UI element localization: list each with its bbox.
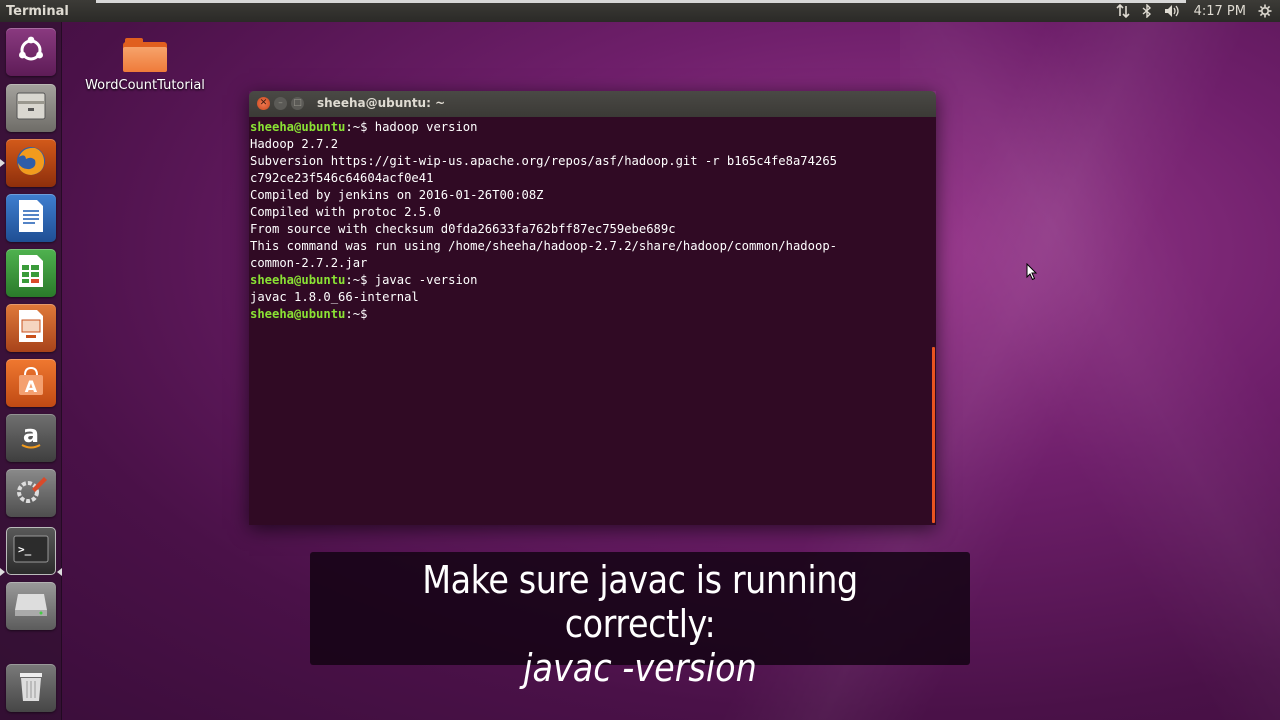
firefox-icon [13, 143, 49, 183]
launcher-firefox-button[interactable] [6, 139, 56, 187]
desktop-folder-label: WordCountTutorial [85, 78, 205, 93]
drive-icon [14, 590, 48, 622]
terminal-output-line: common-2.7.2.jar [250, 255, 936, 272]
terminal-output[interactable]: sheeha@ubuntu:~$ hadoop version Hadoop 2.… [249, 117, 936, 525]
output-text: From source with checksum d0fda26633fa76… [250, 222, 676, 236]
terminal-prompt-line: sheeha@ubuntu:~$ javac -version [250, 272, 936, 289]
ubuntu-logo-icon [16, 35, 46, 69]
close-button[interactable]: ✕ [257, 97, 270, 110]
trash-icon [16, 669, 46, 707]
launcher-writer-button[interactable] [6, 194, 56, 242]
terminal-titlebar[interactable]: ✕ – □ sheeha@ubuntu: ~ [249, 91, 936, 117]
panel-strip [96, 0, 1186, 3]
settings-wrench-icon [14, 474, 48, 512]
prompt-user-host: sheeha@ubuntu [250, 273, 346, 287]
tutorial-caption: Make sure javac is running correctly: ja… [310, 552, 970, 690]
file-cabinet-icon [15, 91, 47, 125]
scrollbar[interactable] [932, 347, 935, 523]
maximize-button[interactable]: □ [291, 97, 304, 110]
clock[interactable]: 4:17 PM [1194, 4, 1246, 19]
terminal-icon: >_ [13, 535, 49, 567]
output-text: Hadoop 2.7.2 [250, 137, 339, 151]
terminal-output-line: From source with checksum d0fda26633fa76… [250, 221, 936, 238]
terminal-prompt-line: sheeha@ubuntu:~$ [250, 306, 936, 323]
terminal-output-line: Compiled by jenkins on 2016-01-26T00:08Z [250, 187, 936, 204]
output-text: javac 1.8.0_66-internal [250, 290, 419, 304]
calc-icon [17, 254, 45, 292]
minimize-button[interactable]: – [274, 97, 287, 110]
maximize-icon: □ [293, 98, 302, 108]
focused-indicator [57, 568, 62, 576]
launcher-trash-button[interactable] [6, 664, 56, 712]
output-text: Compiled by jenkins on 2016-01-26T00:08Z [250, 188, 544, 202]
prompt-path: :~$ [345, 120, 375, 134]
close-icon: ✕ [259, 98, 268, 108]
terminal-output-line: javac 1.8.0_66-internal [250, 289, 936, 306]
svg-text:a: a [23, 420, 39, 448]
output-text: Compiled with protoc 2.5.0 [250, 205, 441, 219]
amazon-icon: a [15, 420, 47, 456]
network-icon[interactable] [1116, 4, 1130, 18]
caption-line-1: Make sure javac is running correctly: [422, 558, 858, 646]
terminal-title: sheeha@ubuntu: ~ [317, 96, 446, 110]
shopping-bag-icon: A [15, 365, 47, 401]
command-text: javac -version [374, 273, 478, 287]
output-text: This command was run using /home/sheeha/… [250, 239, 837, 253]
launcher-impress-button[interactable] [6, 304, 56, 352]
mouse-cursor-icon [1026, 262, 1038, 285]
launcher-drive-button[interactable] [6, 582, 56, 630]
terminal-output-line: c792ce23f546c64604acf0e41 [250, 170, 936, 187]
terminal-prompt-line: sheeha@ubuntu:~$ hadoop version [250, 119, 936, 136]
prompt-path: :~$ [345, 273, 375, 287]
launcher-dash-button[interactable] [6, 28, 56, 76]
launcher-amazon-button[interactable]: a [6, 414, 56, 462]
folder-icon [123, 38, 167, 72]
prompt-user-host: sheeha@ubuntu [250, 120, 346, 134]
terminal-output-line: This command was run using /home/sheeha/… [250, 238, 936, 255]
launcher-software-button[interactable]: A [6, 359, 56, 407]
writer-icon [17, 199, 45, 237]
prompt-user-host: sheeha@ubuntu [250, 307, 346, 321]
output-text: Subversion https://git-wip-us.apache.org… [250, 154, 837, 168]
terminal-output-line: Subversion https://git-wip-us.apache.org… [250, 153, 936, 170]
svg-text:A: A [25, 377, 38, 396]
prompt-path: :~$ [345, 307, 375, 321]
terminal-window[interactable]: ✕ – □ sheeha@ubuntu: ~ sheeha@ubuntu:~$ … [249, 91, 936, 525]
minimize-icon: – [278, 98, 283, 108]
output-text: c792ce23f546c64604acf0e41 [250, 171, 434, 185]
launcher-settings-button[interactable] [6, 469, 56, 517]
terminal-output-line: Compiled with protoc 2.5.0 [250, 204, 936, 221]
indicator-area: 4:17 PM [1116, 4, 1280, 19]
top-panel: Terminal 4:17 PM [0, 0, 1280, 22]
launcher: A a >_ [0, 22, 62, 720]
volume-icon[interactable] [1164, 4, 1182, 18]
launcher-calc-button[interactable] [6, 249, 56, 297]
svg-text:>_: >_ [18, 543, 32, 556]
desktop-folder[interactable]: WordCountTutorial [82, 38, 208, 93]
active-app-title: Terminal [6, 3, 69, 19]
output-text: common-2.7.2.jar [250, 256, 368, 270]
launcher-files-button[interactable] [6, 84, 56, 132]
terminal-output-line: Hadoop 2.7.2 [250, 136, 936, 153]
running-indicator [0, 568, 5, 576]
launcher-terminal-button[interactable]: >_ [6, 527, 56, 575]
command-text: hadoop version [374, 120, 478, 134]
caption-line-2: javac -version [523, 646, 757, 690]
gear-icon[interactable] [1258, 4, 1272, 18]
bluetooth-icon[interactable] [1142, 4, 1152, 18]
running-indicator [0, 159, 5, 167]
impress-icon [17, 309, 45, 347]
